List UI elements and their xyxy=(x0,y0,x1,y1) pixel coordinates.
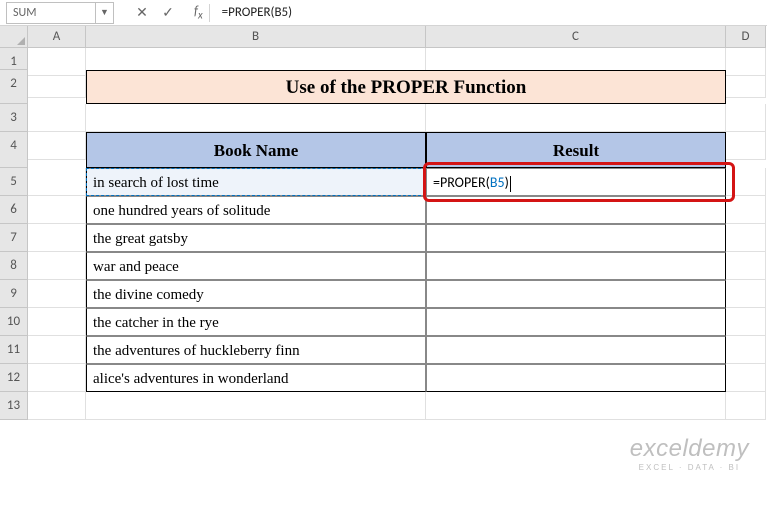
cell[interactable] xyxy=(28,104,86,132)
cell[interactable] xyxy=(726,392,766,420)
cell[interactable] xyxy=(726,132,766,160)
column-headers-row: A B C D xyxy=(0,26,767,48)
cell[interactable] xyxy=(28,336,86,364)
cell[interactable] xyxy=(28,308,86,336)
row-header[interactable]: 2 xyxy=(0,70,28,104)
cell-B9[interactable]: the divine comedy xyxy=(86,280,426,308)
row-header[interactable]: 9 xyxy=(0,280,28,308)
col-header-A[interactable]: A xyxy=(28,26,86,48)
col-header-C[interactable]: C xyxy=(426,26,726,48)
spreadsheet: A B C D 1 2 3 4 5 6 7 8 9 10 11 12 13 xyxy=(0,26,767,420)
watermark: exceldemy EXCEL · DATA · BI xyxy=(630,435,749,472)
cell[interactable] xyxy=(726,308,766,336)
cell[interactable] xyxy=(28,280,86,308)
formula-input[interactable]: =PROPER(B5) xyxy=(216,5,767,20)
col-header-B[interactable]: B xyxy=(86,26,426,48)
cell[interactable] xyxy=(28,252,86,280)
cell-B10[interactable]: the catcher in the rye xyxy=(86,308,426,336)
cell[interactable] xyxy=(28,168,86,196)
row-header[interactable]: 13 xyxy=(0,392,28,420)
cell-B8[interactable]: war and peace xyxy=(86,252,426,280)
cancel-icon[interactable]: ✕ xyxy=(134,4,150,21)
cell-B7[interactable]: the great gatsby xyxy=(86,224,426,252)
cell[interactable] xyxy=(28,70,86,98)
header-book-name[interactable]: Book Name xyxy=(86,132,426,168)
formula-bar: SUM ▼ ✕ ✓ fx =PROPER(B5) xyxy=(0,0,767,26)
cell[interactable] xyxy=(726,336,766,364)
cell[interactable] xyxy=(726,196,766,224)
cell[interactable] xyxy=(426,224,726,252)
name-box[interactable]: SUM xyxy=(6,2,96,24)
cell[interactable] xyxy=(726,104,766,132)
cell[interactable] xyxy=(86,392,426,420)
cell[interactable] xyxy=(426,336,726,364)
cell[interactable] xyxy=(726,364,766,392)
cell[interactable] xyxy=(426,308,726,336)
cell[interactable] xyxy=(726,168,766,196)
select-all-corner[interactable] xyxy=(0,26,28,48)
cell[interactable] xyxy=(426,280,726,308)
cell[interactable] xyxy=(28,224,86,252)
row-header[interactable]: 12 xyxy=(0,364,28,392)
row-header[interactable]: 3 xyxy=(0,104,28,132)
cell[interactable] xyxy=(426,104,726,132)
name-box-dropdown[interactable]: ▼ xyxy=(96,2,114,24)
divider xyxy=(209,4,210,22)
row-header[interactable]: 11 xyxy=(0,336,28,364)
cell-B11[interactable]: the adventures of huckleberry finn xyxy=(86,336,426,364)
header-result[interactable]: Result xyxy=(426,132,726,168)
row-header[interactable]: 5 xyxy=(0,168,28,196)
cell[interactable] xyxy=(28,392,86,420)
cell[interactable] xyxy=(726,70,766,98)
cell-C5-editing[interactable]: =PROPER(B5) xyxy=(426,168,726,196)
title-cell[interactable]: Use of the PROPER Function xyxy=(86,70,726,104)
cell[interactable] xyxy=(426,196,726,224)
col-header-D[interactable]: D xyxy=(726,26,766,48)
row-headers: 1 2 3 4 5 6 7 8 9 10 11 12 13 xyxy=(0,48,28,420)
row-header[interactable]: 7 xyxy=(0,224,28,252)
cell-B6[interactable]: one hundred years of solitude xyxy=(86,196,426,224)
cell-B5[interactable]: in search of lost time xyxy=(86,168,426,196)
formula-text: =PROPER(B5) xyxy=(433,174,511,191)
row-header[interactable]: 10 xyxy=(0,308,28,336)
row-header[interactable]: 8 xyxy=(0,252,28,280)
row-header[interactable]: 6 xyxy=(0,196,28,224)
cell[interactable] xyxy=(86,104,426,132)
row-header[interactable]: 4 xyxy=(0,132,28,168)
cell[interactable] xyxy=(726,224,766,252)
cell[interactable] xyxy=(726,252,766,280)
cell[interactable] xyxy=(28,364,86,392)
cell[interactable] xyxy=(28,196,86,224)
enter-icon[interactable]: ✓ xyxy=(160,4,176,21)
cell[interactable] xyxy=(426,392,726,420)
cells-area[interactable]: Use of the PROPER Function Book Name Res… xyxy=(28,48,767,420)
cell[interactable] xyxy=(726,280,766,308)
cell[interactable] xyxy=(28,132,86,160)
row-header[interactable]: 1 xyxy=(0,48,28,70)
fx-icon[interactable]: fx xyxy=(194,4,203,22)
cell-B12[interactable]: alice's adventures in wonderland xyxy=(86,364,426,392)
cell[interactable] xyxy=(426,252,726,280)
cell[interactable] xyxy=(426,364,726,392)
